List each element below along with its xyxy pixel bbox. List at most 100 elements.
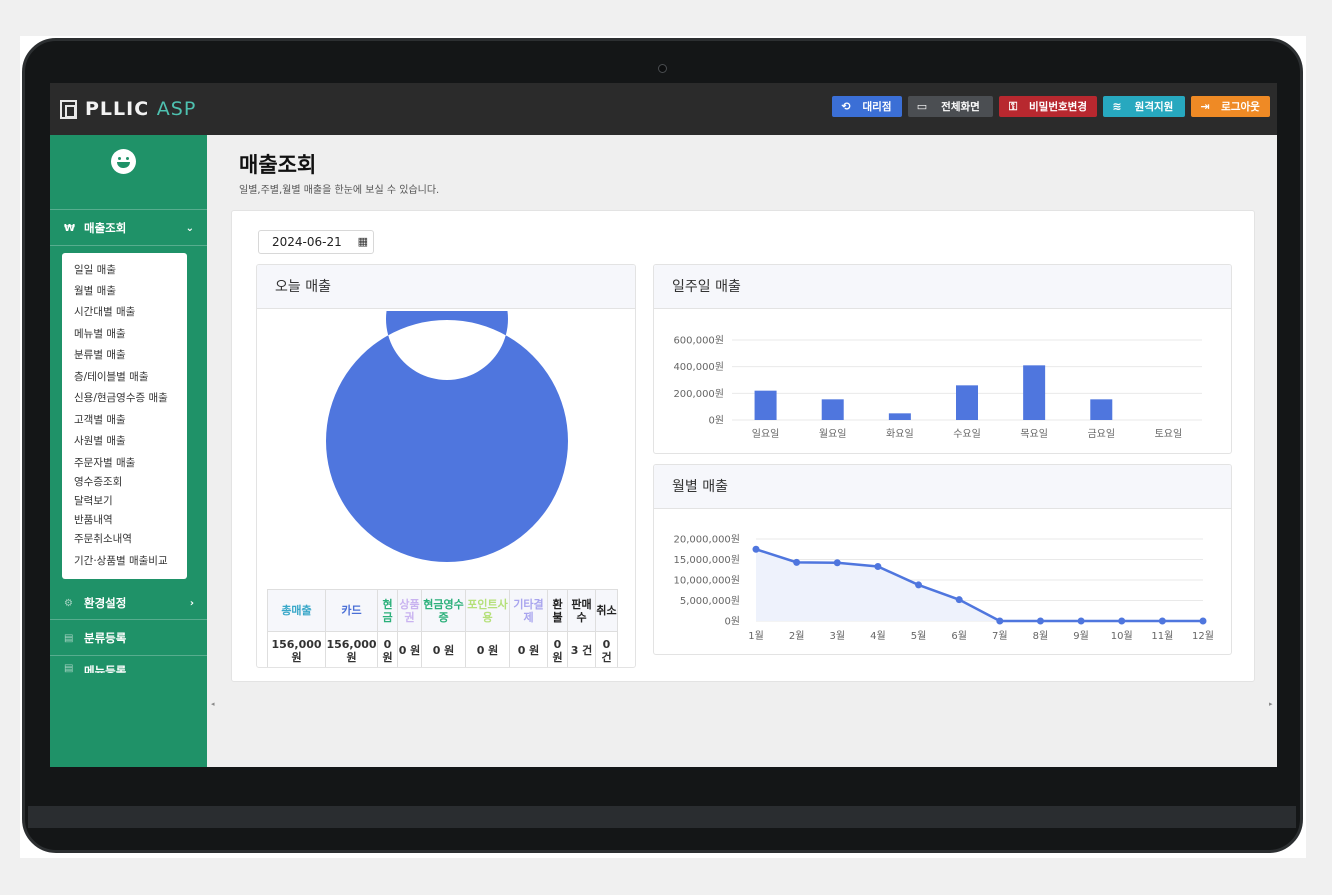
y-tick-label: 0원	[724, 616, 740, 628]
table-cell: 0 건	[595, 631, 618, 667]
sidebar-subitem[interactable]: 달력보기	[62, 493, 113, 508]
table-cell: 156,000 원	[325, 631, 378, 667]
sidebar-item-sales[interactable]: ₩ 매출조회 ⌄	[64, 219, 194, 237]
y-tick-label: 10,000,000원	[674, 575, 740, 587]
sales-card: 2024-06-21 ▦ 오늘 매출 총매출 카드 현금 상품권 현금영수증 포인트사용 기…	[231, 210, 1255, 682]
bar[interactable]	[888, 413, 911, 420]
bar[interactable]	[956, 385, 978, 420]
scroll-right-arrow-icon[interactable]: ▸	[1269, 700, 1273, 708]
top-button-key[interactable]: ⚿ 비밀번호변경	[999, 96, 1097, 117]
data-point[interactable]	[1036, 617, 1044, 625]
bar[interactable]	[1090, 399, 1113, 420]
y-tick-label: 5,000,000원	[680, 595, 740, 607]
data-point[interactable]	[955, 596, 963, 604]
sidebar-item-label: 분류등록	[84, 631, 127, 645]
top-button-label: 비밀번호변경	[1029, 101, 1087, 113]
panel-title: 일주일 매출	[654, 265, 1231, 309]
panel-title: 오늘 매출	[257, 265, 635, 309]
data-point[interactable]	[996, 617, 1004, 625]
data-point[interactable]	[874, 562, 882, 570]
data-point[interactable]	[833, 559, 841, 567]
top-button-wifi[interactable]: ≋ 원격지원	[1103, 96, 1185, 117]
sidebar-submenu: 일일 매출월별 매출시간대별 매출메뉴별 매출분류별 매출층/테이블별 매출신용…	[62, 253, 187, 579]
today-donut-chart	[326, 311, 568, 562]
key-icon: ⚿	[1008, 99, 1018, 113]
table-header-cell: 총매출	[267, 589, 326, 632]
calendar-icon[interactable]: ▦	[358, 231, 368, 253]
x-tick-label: 2월	[789, 630, 805, 642]
top-button-label: 원격지원	[1134, 101, 1174, 113]
x-tick-label: 목요일	[1020, 428, 1048, 440]
monthly-line-chart: 20,000,000원 15,000,000원 10,000,000원 5,000,0…	[674, 534, 1214, 643]
sidebar-subitem[interactable]: 층/테이블별 매출	[62, 369, 149, 384]
logo-accent-text: ASP	[156, 98, 197, 120]
chevron-down-icon: ⌄	[185, 222, 194, 234]
webcam	[658, 64, 667, 73]
smiley-icon[interactable]	[111, 149, 136, 174]
sidebar-subitem[interactable]: 신용/현금영수증 매출	[62, 390, 168, 405]
sidebar-subitem[interactable]: 고객별 매출	[62, 412, 126, 427]
bar[interactable]	[754, 390, 777, 420]
table-header-cell: 현금영수증	[421, 589, 466, 632]
sidebar-subitem[interactable]: 주문취소내역	[62, 531, 132, 546]
sidebar-divider	[50, 655, 207, 656]
table-header-cell: 상품권	[397, 589, 422, 632]
table-cell: 0 원	[465, 631, 510, 667]
gear-icon: ⚙	[64, 597, 73, 609]
today-sales-panel: 오늘 매출 총매출 카드 현금 상품권 현금영수증 포인트사용 기타결제 환불 판매수 취소 15…	[256, 264, 636, 668]
table-header-cell: 카드	[325, 589, 378, 632]
y-tick-label: 15,000,000원	[674, 554, 740, 566]
x-tick-label: 6월	[951, 630, 967, 642]
date-picker-input[interactable]: 2024-06-21 ▦	[258, 230, 374, 254]
x-tick-label: 1월	[748, 630, 764, 642]
weekly-sales-panel: 일주일 매출 600,000원 400,000원 200,000원 0원 일요일 월요일 화…	[653, 264, 1232, 454]
y-tick-label: 20,000,000원	[674, 534, 740, 546]
sidebar-subitem[interactable]: 일일 매출	[62, 262, 116, 277]
logout-icon: ⇥	[1200, 100, 1210, 113]
x-tick-label: 월요일	[819, 428, 847, 440]
sidebar-item-menu-reg[interactable]: ▤ 메뉴등록	[64, 663, 194, 673]
top-button-monitor[interactable]: ▭ 전체화면	[908, 96, 993, 117]
table-header-cell: 현금	[377, 589, 398, 632]
sidebar-subitem[interactable]: 메뉴별 매출	[62, 326, 126, 341]
table-header-cell: 포인트사용	[465, 589, 510, 632]
x-tick-label: 9월	[1073, 630, 1089, 642]
logo-mark-icon	[60, 99, 77, 119]
table-cell: 0 원	[547, 631, 568, 667]
sidebar-subitem[interactable]: 월별 매출	[62, 283, 116, 298]
y-tick-label: 0원	[708, 415, 724, 427]
sidebar-item-settings[interactable]: ⚙ 환경설정 ›	[64, 594, 194, 612]
top-button-label: 전체화면	[941, 101, 980, 113]
bar[interactable]	[1023, 365, 1046, 420]
y-tick-label: 200,000원	[673, 388, 724, 400]
sidebar-subitem[interactable]: 반품내역	[62, 512, 113, 527]
panel-title: 월별 매출	[654, 465, 1231, 509]
data-point[interactable]	[1118, 617, 1126, 625]
x-tick-label: 일요일	[752, 428, 780, 440]
sidebar-divider	[50, 619, 207, 620]
table-header-cell: 기타결제	[509, 589, 548, 632]
data-point[interactable]	[1199, 617, 1207, 625]
data-point[interactable]	[1077, 617, 1085, 625]
data-point[interactable]	[915, 581, 923, 589]
app-screen: PLLIC ASP ⟲ 대리점 ▭ 전체화면 ⚿ 비밀번호변경 ≋ 원격지원 ⇥ 로그아웃 ₩ 매…	[50, 83, 1277, 767]
data-point[interactable]	[752, 545, 760, 553]
top-button-logout[interactable]: ⇥ 로그아웃	[1191, 96, 1270, 117]
laptop-bottom-bar	[28, 806, 1296, 828]
sidebar: ₩ 매출조회 ⌄ 일일 매출월별 매출시간대별 매출메뉴별 매출분류별 매출층/…	[50, 135, 207, 767]
sidebar-subitem[interactable]: 사원별 매출	[62, 433, 126, 448]
data-point[interactable]	[793, 558, 801, 566]
data-point[interactable]	[1158, 617, 1166, 625]
sidebar-item-category[interactable]: ▤ 분류등록	[64, 629, 194, 647]
sidebar-subitem[interactable]: 주문자별 매출	[62, 455, 135, 470]
app-logo[interactable]: PLLIC ASP	[60, 97, 196, 121]
scroll-left-arrow-icon[interactable]: ◂	[211, 700, 215, 708]
top-button-undo[interactable]: ⟲ 대리점	[832, 96, 902, 117]
sidebar-subitem[interactable]: 시간대별 매출	[62, 304, 135, 319]
table-cell: 0 원	[377, 631, 398, 667]
sidebar-subitem[interactable]: 영수증조회	[62, 474, 122, 489]
wifi-icon: ≋	[1112, 100, 1122, 113]
sidebar-subitem[interactable]: 분류별 매출	[62, 347, 126, 362]
bar[interactable]	[821, 399, 844, 420]
sidebar-subitem[interactable]: 기간·상품별 매출비교	[62, 553, 168, 568]
